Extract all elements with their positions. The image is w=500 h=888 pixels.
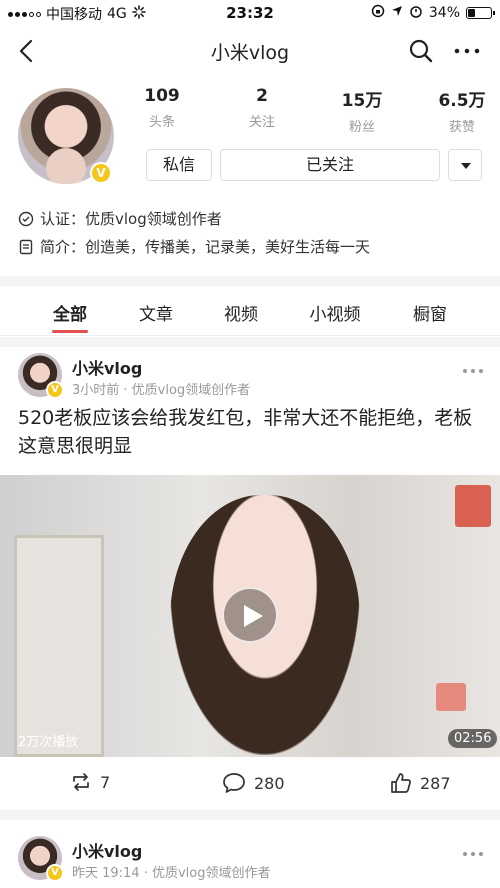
more-dots-icon[interactable] (452, 38, 482, 64)
video-thumbnail[interactable]: 2万次播放 02:56 (0, 475, 500, 757)
post-text[interactable]: 520老板应该会给我发红包，非常大还不能拒绝，老板这意思很明显 (18, 404, 488, 460)
repost-icon (73, 773, 89, 791)
intro-line: 简介：创造美，传播美，记录美，美好生活每一天 (18, 236, 370, 257)
view-count: 2万次播放 (18, 735, 79, 750)
stat-value: 6.5万 (438, 91, 486, 111)
play-icon[interactable] (222, 587, 278, 643)
tab-showcase[interactable]: 橱窗 (390, 300, 470, 325)
more-dots-icon[interactable] (462, 844, 484, 856)
status-bar: 中国移动 4G 23:32 34% (0, 0, 500, 26)
search-icon[interactable] (408, 38, 434, 64)
tab-videos[interactable]: 视频 (201, 300, 281, 325)
post-meta: 昨天 19:14 · 优质vlog领域创作者 (72, 866, 271, 881)
post-actions: 7 280 287 (0, 766, 500, 802)
stat-following[interactable]: 2 关注 (222, 86, 302, 130)
section-divider (0, 276, 500, 286)
nav-bar: 小米vlog (0, 26, 500, 76)
stat-value: 109 (144, 86, 180, 106)
like-action[interactable]: 287 (390, 772, 451, 794)
repost-action[interactable]: 7 (70, 772, 110, 792)
stat-label: 粉丝 (348, 120, 375, 135)
profile-stats: 109 头条 2 关注 15万 粉丝 6.5万 获赞 (130, 86, 490, 136)
alarm-icon (409, 4, 423, 22)
verification-text: 认证：优质vlog领域创作者 (40, 210, 222, 228)
verified-badge-icon: V (46, 864, 64, 882)
battery-fill (468, 9, 475, 17)
comment-count: 280 (254, 773, 285, 793)
battery-percent: 34% (428, 5, 460, 21)
message-button[interactable]: 私信 (146, 149, 212, 181)
stat-articles[interactable]: 109 头条 (122, 86, 202, 130)
like-count: 287 (420, 773, 451, 793)
stat-label: 头条 (148, 115, 175, 130)
tab-bar: 全部 文章 视频 小视频 橱窗 (0, 286, 500, 336)
more-dots-icon[interactable] (462, 361, 484, 373)
intro-text: 简介：创造美，传播美，记录美，美好生活每一天 (40, 238, 371, 256)
thumbs-up-icon (391, 773, 411, 793)
lock-rotation-icon (371, 4, 385, 22)
section-divider (0, 337, 500, 347)
comment-action[interactable]: 280 (222, 772, 285, 794)
stat-label: 获赞 (448, 120, 475, 135)
battery-icon (466, 7, 495, 19)
stat-value: 2 (256, 86, 268, 106)
document-icon (19, 239, 33, 254)
profile-header: V 109 头条 2 关注 15万 粉丝 6.5万 获赞 私信 已关注 认证：优… (0, 76, 500, 266)
location-icon (391, 5, 403, 21)
repost-count: 7 (100, 772, 111, 792)
status-right: 34% (371, 4, 495, 22)
active-tab-indicator (52, 330, 88, 333)
tab-short-videos[interactable]: 小视频 (295, 300, 375, 325)
video-duration: 02:56 (448, 729, 498, 748)
post-author[interactable]: 小米vlog (72, 355, 142, 379)
section-divider (0, 810, 500, 820)
verification-line: 认证：优质vlog领域创作者 (18, 208, 222, 229)
follow-button[interactable]: 已关注 (220, 149, 440, 181)
post-header: V 小米vlog 昨天 19:14 · 优质vlog领域创作者 (0, 836, 500, 888)
video-scene-box (455, 485, 491, 527)
stat-likes[interactable]: 6.5万 获赞 (422, 86, 500, 135)
verified-badge-icon: V (46, 381, 64, 399)
verified-icon (18, 211, 34, 226)
post-meta: 3小时前 · 优质vlog领域创作者 (72, 383, 251, 398)
comment-icon (223, 773, 245, 793)
stat-followers[interactable]: 15万 粉丝 (322, 86, 402, 135)
stat-label: 关注 (248, 115, 275, 130)
verified-badge-icon: V (90, 162, 112, 184)
post-header: V 小米vlog 3小时前 · 优质vlog领域创作者 (0, 353, 500, 407)
tab-articles[interactable]: 文章 (116, 300, 196, 325)
video-scene-door (14, 535, 104, 757)
stat-value: 15万 (341, 91, 383, 111)
post-author[interactable]: 小米vlog (72, 838, 142, 862)
tab-all[interactable]: 全部 (30, 300, 110, 325)
video-scene-alarm (436, 683, 466, 711)
caret-down-icon (461, 163, 471, 169)
dropdown-button[interactable] (448, 149, 482, 181)
